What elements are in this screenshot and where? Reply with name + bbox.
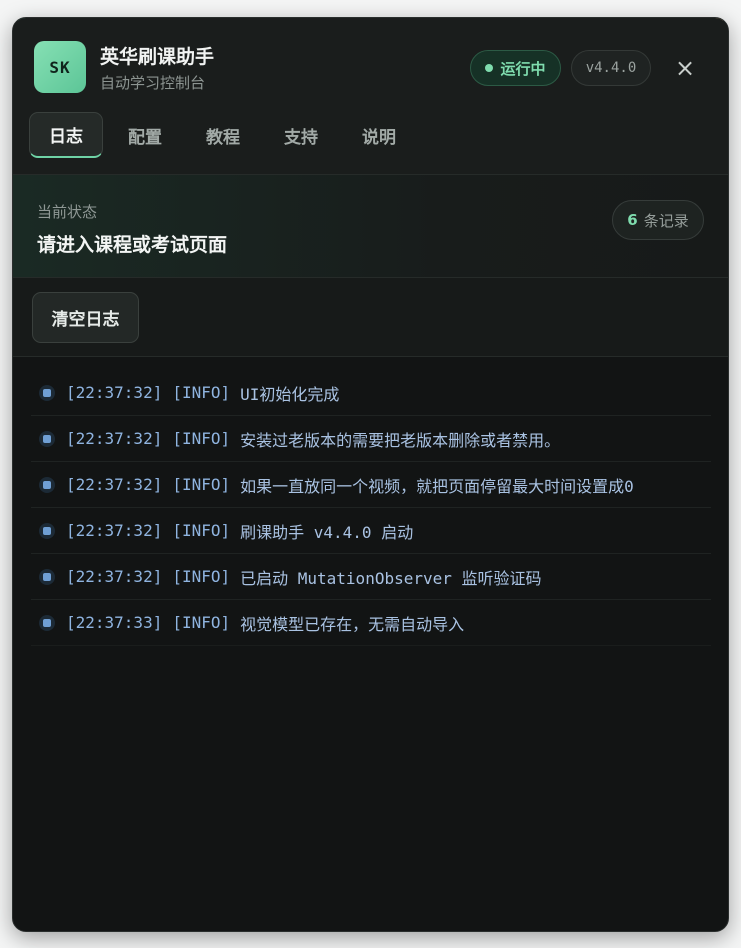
log-level: [INFO] — [172, 613, 231, 632]
panel-header: SK 英华刷课助手 自动学习控制台 运行中 v4.4.0 × 日志 配置 教程 … — [13, 18, 728, 174]
log-list: [22:37:32] [INFO] UI初始化完成 [22:37:32] [INFO] 安… — [31, 370, 711, 646]
log-entry: [22:37:32] [INFO] 安装过老版本的需要把老版本删除或者禁用。 — [31, 416, 711, 462]
log-bullet-icon — [39, 430, 55, 447]
status-dot-icon — [485, 64, 494, 72]
log-time: [22:37:32] — [66, 475, 163, 494]
log-message: 安装过老版本的需要把老版本删除或者禁用。 — [240, 430, 561, 450]
status-label: 运行中 — [500, 59, 546, 78]
log-level: [INFO] — [172, 429, 231, 448]
log-time: [22:37:33] — [66, 613, 163, 632]
log-message: 视觉模型已存在，无需自动导入 — [240, 614, 465, 634]
record-count: 6 — [627, 211, 638, 229]
log-message: 如果一直放同一个视频，就把页面停留最大时间设置成0 — [240, 476, 634, 496]
record-count-label: 条记录 — [643, 211, 689, 230]
log-level: [INFO] — [172, 475, 231, 494]
log-entry: [22:37:32] [INFO] 刷课助手 v4.4.0 启动 — [31, 508, 711, 554]
status-section-text: 请进入课程或考试页面 — [37, 234, 228, 256]
log-bullet-icon — [39, 384, 55, 401]
current-status-section: 当前状态 请进入课程或考试页面 6 条记录 — [13, 174, 728, 278]
status-section-label: 当前状态 — [37, 203, 98, 221]
log-level: [INFO] — [172, 521, 231, 540]
tab-instructions[interactable]: 说明 — [343, 112, 415, 158]
log-entry: [22:37:33] [INFO] 视觉模型已存在，无需自动导入 — [31, 600, 711, 646]
clear-log-button[interactable]: 清空日志 — [32, 292, 139, 343]
close-icon: × — [674, 54, 696, 82]
version-badge: v4.4.0 — [571, 50, 651, 86]
assistant-panel: SK 英华刷课助手 自动学习控制台 运行中 v4.4.0 × 日志 配置 教程 … — [12, 17, 729, 932]
log-entry: [22:37:32] [INFO] 已启动 MutationObserver 监听验… — [31, 554, 711, 600]
log-entry: [22:37:32] [INFO] UI初始化完成 — [31, 370, 711, 416]
log-message: 刷课助手 v4.4.0 启动 — [240, 522, 414, 542]
record-count-badge: 6 条记录 — [612, 200, 704, 240]
tab-tutorial[interactable]: 教程 — [187, 112, 259, 158]
close-button[interactable]: × — [669, 52, 701, 84]
log-level: [INFO] — [172, 383, 231, 402]
log-level: [INFO] — [172, 567, 231, 586]
log-time: [22:37:32] — [66, 521, 163, 540]
tab-bar: 日志 配置 教程 支持 说明 — [29, 112, 415, 158]
app-subtitle: 自动学习控制台 — [100, 74, 206, 92]
tab-support[interactable]: 支持 — [265, 112, 337, 158]
log-time: [22:37:32] — [66, 567, 163, 586]
log-time: [22:37:32] — [66, 429, 163, 448]
tab-config[interactable]: 配置 — [109, 112, 181, 158]
log-entry: [22:37:32] [INFO] 如果一直放同一个视频，就把页面停留最大时间设置成… — [31, 462, 711, 508]
log-message: UI初始化完成 — [240, 384, 340, 404]
log-message: 已启动 MutationObserver 监听验证码 — [240, 568, 542, 588]
log-bullet-icon — [39, 476, 55, 493]
log-bullet-icon — [39, 614, 55, 631]
log-bullet-icon — [39, 568, 55, 585]
log-time: [22:37:32] — [66, 383, 163, 402]
tab-logs[interactable]: 日志 — [29, 112, 103, 158]
running-status-badge: 运行中 — [470, 50, 561, 86]
log-bullet-icon — [39, 522, 55, 539]
app-title: 英华刷课助手 — [100, 46, 215, 68]
action-bar: 清空日志 — [13, 278, 728, 357]
app-logo: SK — [34, 41, 86, 93]
